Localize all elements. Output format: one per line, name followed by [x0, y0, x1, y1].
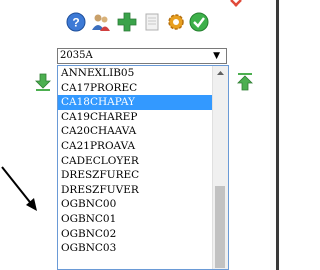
pointer-arrow-icon: [1, 166, 37, 211]
list-item[interactable]: CA19CHAREP: [58, 110, 213, 125]
download-icon[interactable]: [33, 72, 53, 92]
list-item[interactable]: CADECLOYER: [58, 154, 213, 169]
list-item[interactable]: OGBNC02: [58, 227, 213, 242]
upload-icon[interactable]: [235, 72, 255, 92]
chevron-down-icon[interactable]: ▼: [213, 49, 220, 63]
scrollbar[interactable]: [212, 66, 228, 269]
form-select[interactable]: 2035A ▼: [57, 48, 227, 64]
document-icon[interactable]: [142, 12, 162, 32]
list-item-selected[interactable]: CA18CHAPAY: [58, 95, 213, 110]
list-item[interactable]: CA17PROREC: [58, 81, 213, 96]
gear-icon[interactable]: [166, 12, 186, 32]
list-items: ANNEXLIB05 CA17PROREC CA18CHAPAY CA19CHAREP…: [58, 66, 213, 256]
svg-text:?: ?: [72, 16, 79, 30]
add-icon[interactable]: [117, 12, 137, 32]
users-icon[interactable]: [91, 12, 111, 32]
check-icon[interactable]: [189, 12, 209, 32]
scroll-thumb[interactable]: [215, 186, 225, 268]
list-item[interactable]: ANNEXLIB05: [58, 66, 213, 81]
scroll-up-icon[interactable]: [213, 66, 228, 80]
form-listbox[interactable]: ANNEXLIB05 CA17PROREC CA18CHAPAY CA19CHAREP…: [57, 65, 229, 270]
list-item[interactable]: OGBNC03: [58, 241, 213, 256]
list-item[interactable]: DRESZFUVER: [58, 183, 213, 198]
list-item[interactable]: CA20CHAAVA: [58, 124, 213, 139]
list-item[interactable]: OGBNC01: [58, 212, 213, 227]
window-edge: [276, 0, 279, 270]
form-select-value: 2035A: [60, 50, 93, 61]
list-item[interactable]: CA21PROAVA: [58, 139, 213, 154]
list-item[interactable]: DRESZFUREC: [58, 168, 213, 183]
list-item[interactable]: OGBNC00: [58, 197, 213, 212]
toolbar: ?: [62, 5, 232, 39]
help-icon[interactable]: ?: [66, 12, 86, 32]
